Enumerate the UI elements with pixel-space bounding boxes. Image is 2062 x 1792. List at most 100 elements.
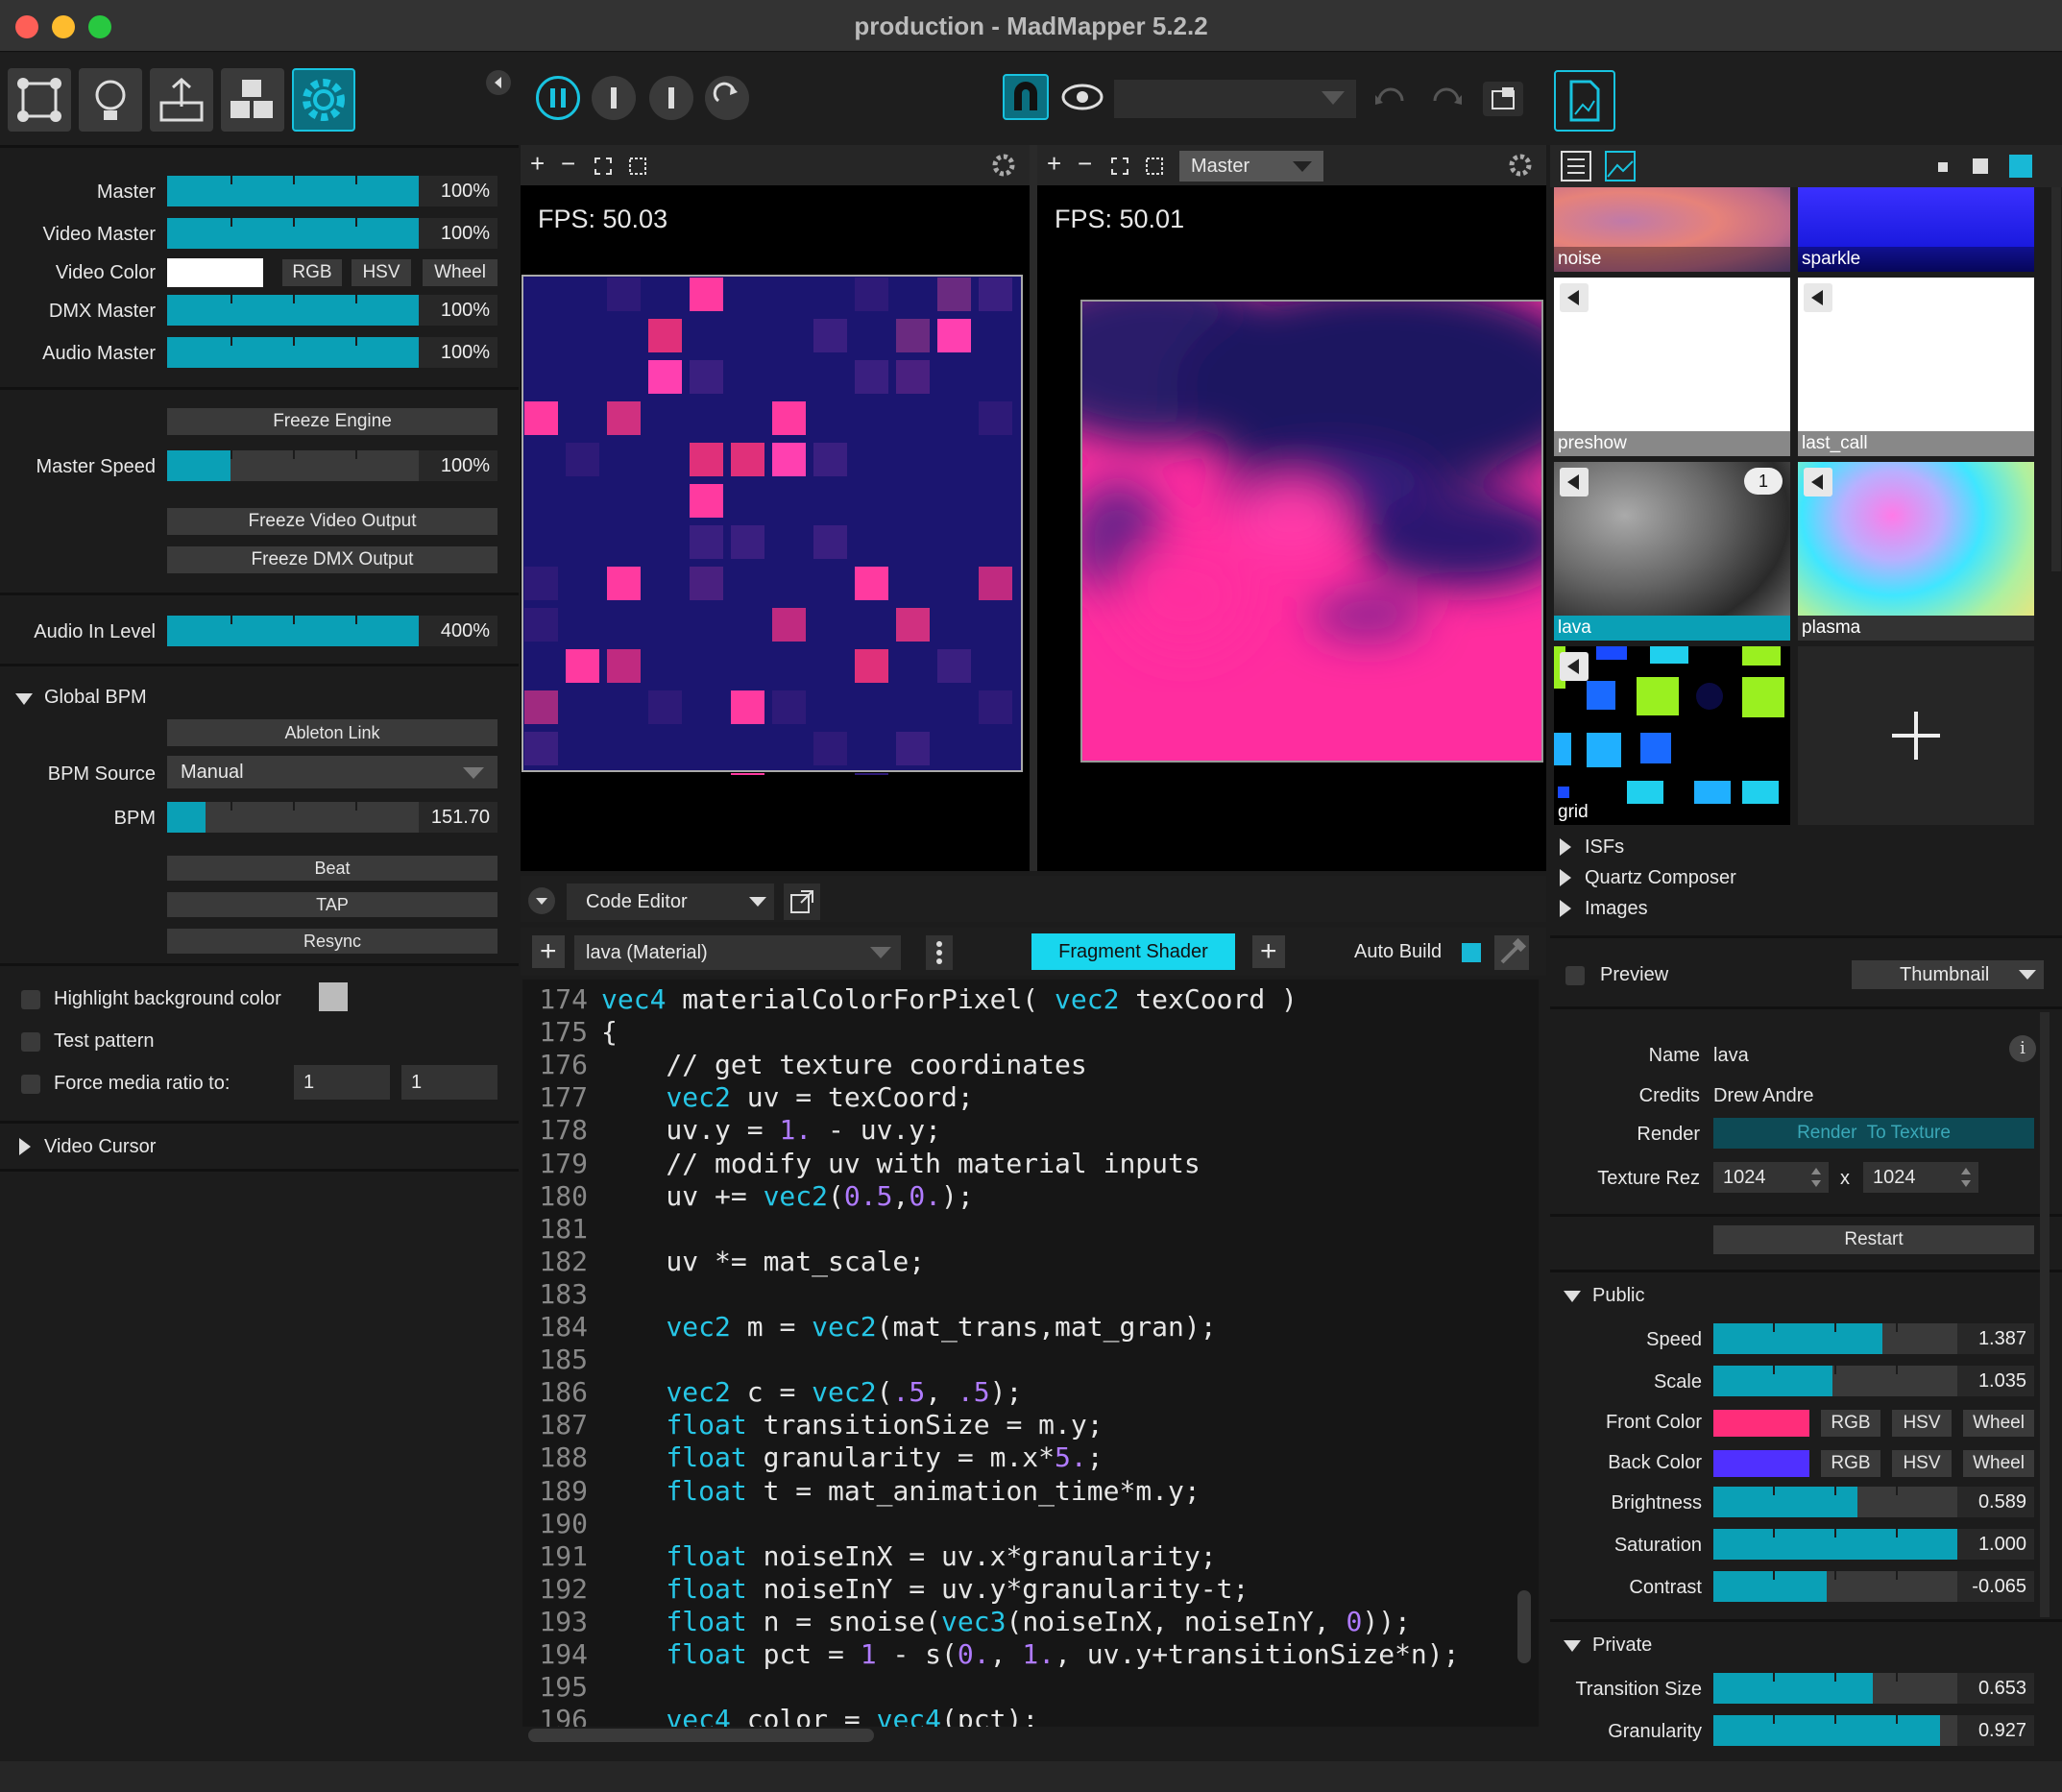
build-button[interactable] — [1494, 935, 1529, 970]
back-color-swatch[interactable] — [1713, 1450, 1809, 1477]
preview-mode-select[interactable]: Thumbnail — [1852, 960, 2044, 989]
video-cursor-section-toggle[interactable]: Video Cursor — [15, 1134, 303, 1163]
media-tile-last-call[interactable]: last_call — [1798, 278, 2034, 456]
settings-tab-button[interactable] — [292, 68, 355, 132]
auto-build-checkbox[interactable] — [1462, 943, 1481, 962]
inspector-scrollbar[interactable] — [2040, 1012, 2050, 1617]
viewport-splitter[interactable] — [1030, 145, 1037, 871]
select-area-icon[interactable] — [1145, 157, 1164, 176]
media-tile-lava[interactable]: 1 lava — [1554, 462, 1790, 641]
video-master-slider[interactable]: 100% — [167, 218, 497, 249]
fullscreen-output-button[interactable] — [1483, 82, 1523, 116]
add-media-button[interactable] — [1798, 646, 2034, 825]
video-color-swatch[interactable] — [167, 258, 263, 287]
code-editor-text[interactable]: 174 vec4 materialColorForPixel( vec2 texC… — [522, 980, 1539, 1727]
media-tile-sparkle[interactable]: sparkle — [1798, 187, 2034, 272]
play-icon[interactable] — [1804, 283, 1832, 312]
resync-button[interactable]: Resync — [167, 929, 497, 954]
front-color-hsv-button[interactable]: HSV — [1892, 1410, 1952, 1437]
play-icon[interactable] — [1560, 283, 1589, 312]
gear-icon[interactable] — [1506, 151, 1535, 180]
brightness-slider[interactable]: 0.589 — [1713, 1487, 2034, 1517]
speed-slider[interactable]: 1.387 — [1713, 1323, 2034, 1354]
medium-thumbnail-icon[interactable] — [1973, 158, 1988, 174]
public-section-toggle[interactable]: Public — [1564, 1283, 1756, 1310]
output-viewport[interactable]: + − Master FPS: 50.01 — [1037, 145, 1546, 871]
list-view-icon[interactable] — [1560, 150, 1592, 182]
zoom-in-icon[interactable]: + — [530, 149, 545, 179]
fit-view-icon[interactable] — [594, 157, 613, 176]
lava-output-surface[interactable] — [1080, 299, 1546, 765]
folder-images[interactable]: Images — [1558, 896, 1942, 923]
force-media-ratio-checkbox[interactable] — [21, 1075, 40, 1094]
input-viewport[interactable]: + − FPS: 50.03 — [521, 145, 1030, 871]
play-icon[interactable] — [1804, 468, 1832, 496]
zoom-in-icon[interactable]: + — [1047, 149, 1061, 179]
zoom-out-icon[interactable]: − — [1078, 149, 1092, 179]
dmx-master-slider[interactable]: 100% — [167, 295, 497, 326]
play-icon[interactable] — [1560, 468, 1589, 496]
saturation-slider[interactable]: 1.000 — [1713, 1529, 2034, 1560]
bpm-source-select[interactable]: Manual — [167, 756, 497, 788]
folder-quartz-composer[interactable]: Quartz Composer — [1558, 865, 1942, 892]
audio-in-level-slider[interactable]: 400% — [167, 616, 497, 646]
export-document-button[interactable] — [1554, 70, 1615, 132]
code-horizontal-scrollbar[interactable] — [528, 1729, 874, 1742]
video-color-wheel-button[interactable]: Wheel — [423, 259, 497, 286]
info-icon[interactable]: i — [2009, 1035, 2036, 1062]
stepper-icon[interactable] — [1959, 1165, 1973, 1190]
master-speed-slider[interactable]: 100% — [167, 450, 497, 481]
freeze-dmx-output-button[interactable]: Freeze DMX Output — [167, 546, 497, 573]
lights-tab-button[interactable] — [79, 68, 142, 132]
small-thumbnail-icon[interactable] — [1938, 162, 1948, 172]
front-color-rgb-button[interactable]: RGB — [1821, 1410, 1880, 1437]
front-color-wheel-button[interactable]: Wheel — [1963, 1410, 2034, 1437]
private-section-toggle[interactable]: Private — [1564, 1633, 1756, 1659]
ratio-height-input[interactable]: 1 — [401, 1065, 497, 1100]
video-color-hsv-button[interactable]: HSV — [352, 259, 411, 286]
add-shader-tab-button[interactable]: + — [1252, 935, 1285, 968]
add-material-button[interactable]: + — [532, 935, 565, 968]
modules-tab-button[interactable] — [221, 68, 284, 132]
zoom-out-icon[interactable]: − — [561, 149, 575, 179]
beat-button[interactable]: Beat — [167, 856, 497, 881]
fit-view-icon[interactable] — [1110, 157, 1129, 176]
gear-icon[interactable] — [989, 151, 1018, 180]
master-slider[interactable]: 100% — [167, 176, 497, 206]
front-color-swatch[interactable] — [1713, 1410, 1809, 1437]
pause-button[interactable] — [536, 76, 580, 120]
media-tile-plasma[interactable]: plasma — [1798, 462, 2034, 641]
undo-button[interactable] — [1371, 82, 1410, 116]
surfaces-tab-button[interactable] — [8, 68, 71, 132]
output-select[interactable]: Master — [1179, 151, 1323, 182]
bpm-slider[interactable]: 151.70 — [167, 802, 497, 833]
test-pattern-checkbox[interactable] — [21, 1032, 40, 1052]
tap-button[interactable]: TAP — [167, 892, 497, 917]
outputs-tab-button[interactable] — [150, 68, 213, 132]
back-color-hsv-button[interactable]: HSV — [1892, 1450, 1952, 1477]
restart-button[interactable] — [705, 76, 749, 120]
freeze-engine-button[interactable]: Freeze Engine — [167, 408, 497, 435]
highlight-background-checkbox[interactable] — [21, 990, 40, 1009]
stop-button[interactable] — [592, 76, 636, 120]
play-icon[interactable] — [1560, 652, 1589, 681]
preview-checkbox[interactable] — [1565, 966, 1585, 985]
collapse-left-panel-button[interactable] — [486, 70, 511, 95]
large-thumbnail-icon[interactable] — [2009, 155, 2032, 178]
restart-material-button[interactable]: Restart — [1713, 1225, 2034, 1254]
step-button[interactable] — [649, 76, 693, 120]
freeze-video-output-button[interactable]: Freeze Video Output — [167, 508, 497, 535]
folder-isfs[interactable]: ISFs — [1558, 835, 1942, 861]
audio-master-slider[interactable]: 100% — [167, 337, 497, 368]
back-color-rgb-button[interactable]: RGB — [1821, 1450, 1880, 1477]
scene-select[interactable] — [1114, 80, 1356, 118]
library-scrollbar[interactable] — [2051, 187, 2061, 571]
select-area-icon[interactable] — [628, 157, 647, 176]
texture-width-input[interactable]: 1024 — [1713, 1162, 1829, 1193]
highlight-color-swatch[interactable] — [319, 982, 348, 1011]
collapse-editor-button[interactable] — [528, 887, 555, 914]
render-to-texture-button[interactable]: Render To Texture — [1713, 1118, 2034, 1149]
transition-size-slider[interactable]: 0.653 — [1713, 1673, 2034, 1704]
scale-slider[interactable]: 1.035 — [1713, 1366, 2034, 1396]
media-tile-grid[interactable]: grid — [1554, 646, 1790, 825]
